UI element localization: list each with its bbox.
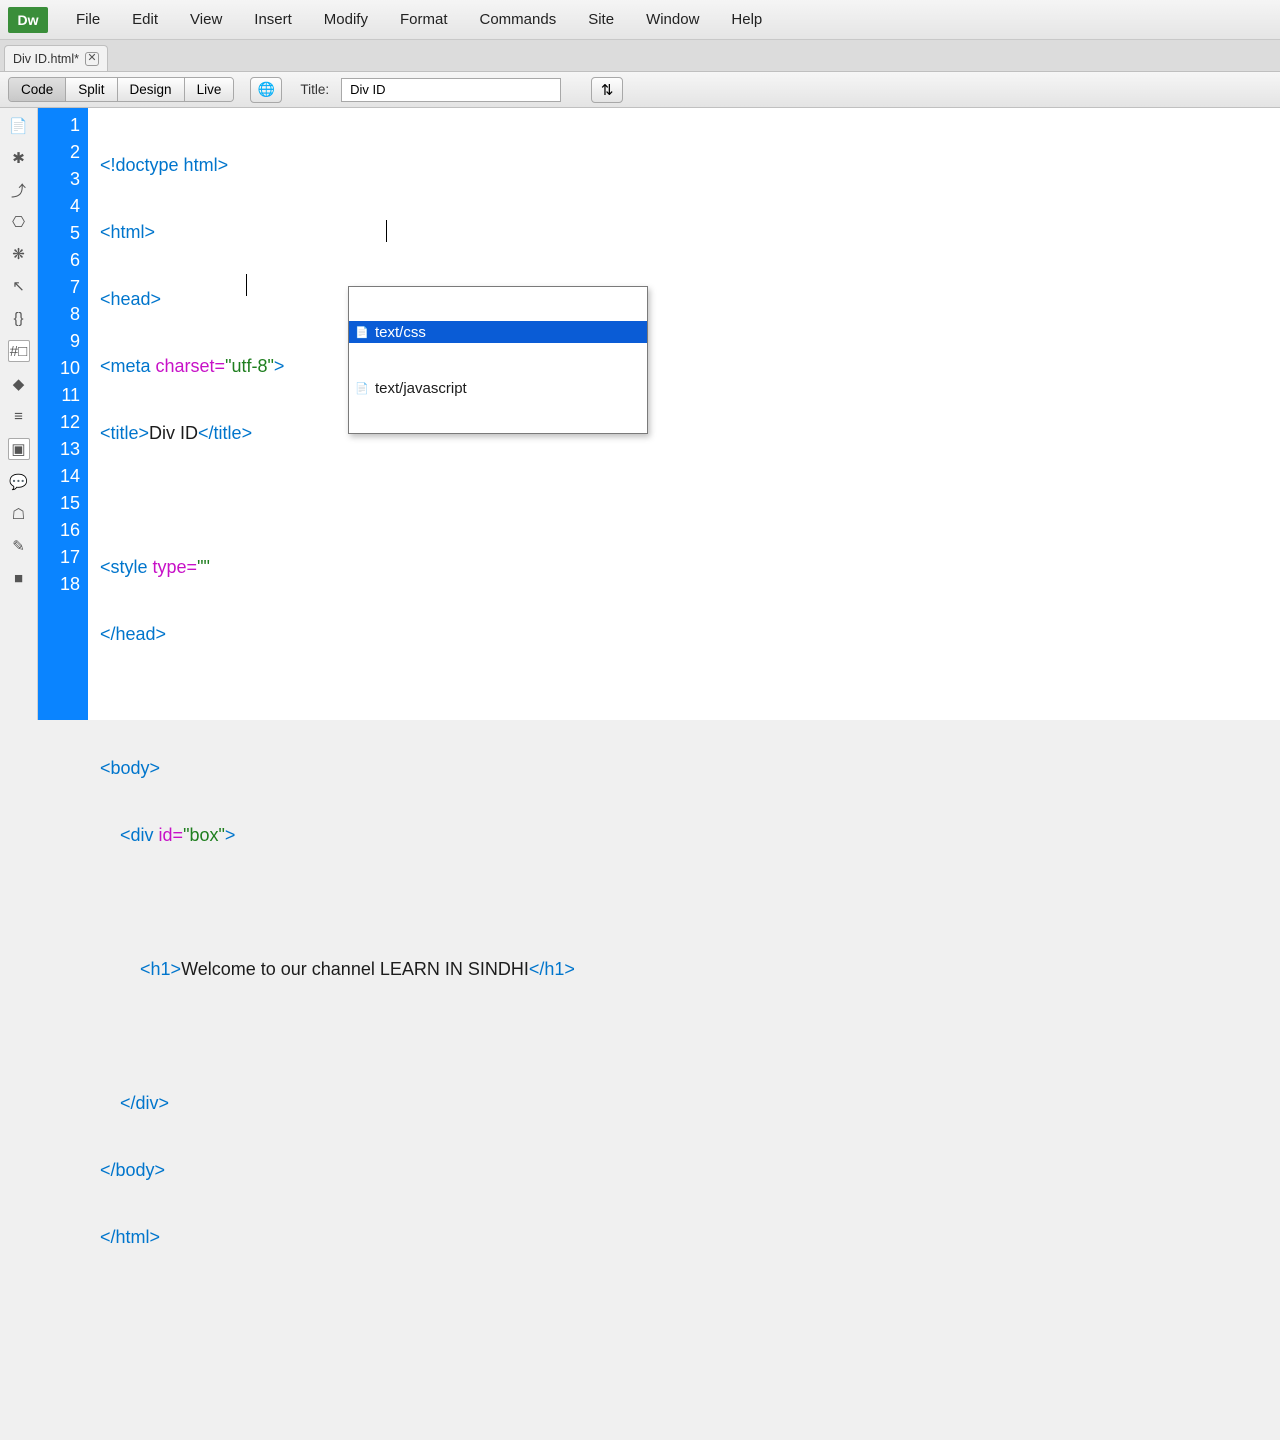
menu-window[interactable]: Window <box>630 5 715 34</box>
code-text: type= <box>153 557 198 577</box>
menu-view[interactable]: View <box>174 5 238 34</box>
word-wrap-icon[interactable]: ≡ <box>9 406 29 426</box>
close-icon[interactable]: ✕ <box>85 52 99 66</box>
menu-modify[interactable]: Modify <box>308 5 384 34</box>
autocomplete-label: text/css <box>375 324 426 341</box>
live-button[interactable]: Live <box>185 78 234 101</box>
code-text: id= <box>159 825 184 845</box>
menubar: Dw File Edit View Insert Modify Format C… <box>0 0 1280 40</box>
code-text: <style <box>100 557 153 577</box>
syntax-coloring-icon[interactable]: #□ <box>8 340 30 362</box>
title-input[interactable] <box>341 78 561 102</box>
app-logo: Dw <box>8 7 48 33</box>
balance-braces-icon[interactable]: ❋ <box>9 244 29 264</box>
line-number: 13 <box>38 436 88 463</box>
file-icon: 📄 <box>355 325 369 339</box>
collapse-icon[interactable]: ✱ <box>9 148 29 168</box>
code-text: </h1> <box>529 959 575 979</box>
indent-icon[interactable]: ✎ <box>9 536 29 556</box>
preview-browser-button[interactable]: 🌐 <box>250 77 282 103</box>
recent-snippets-icon[interactable]: ☖ <box>9 504 29 524</box>
file-icon: 📄 <box>355 381 369 395</box>
menu-insert[interactable]: Insert <box>238 5 308 34</box>
autocomplete-item[interactable]: 📄 text/javascript <box>349 377 647 399</box>
code-text: </body> <box>100 1160 165 1180</box>
line-number: 5 <box>38 220 88 247</box>
line-numbers-icon[interactable]: ↖ <box>9 276 29 296</box>
line-number: 17 <box>38 544 88 571</box>
select-parent-icon[interactable]: ⎔ <box>9 212 29 232</box>
code-area[interactable]: <!doctype html> <html> <head> <meta char… <box>88 108 1280 720</box>
caret-icon <box>246 274 247 296</box>
menu-site[interactable]: Site <box>572 5 630 34</box>
line-number: 11 <box>38 382 88 409</box>
code-toolbar: 📄 ✱ ⤴ ⎔ ❋ ↖ {} #□ ◆ ≡ ▣ 💬 ☖ ✎ ■ <box>0 108 38 720</box>
format-source-icon[interactable]: ■ <box>9 568 29 588</box>
globe-icon: 🌐 <box>258 81 275 98</box>
line-number: 6 <box>38 247 88 274</box>
code-text: "utf-8" <box>225 356 274 376</box>
autocomplete-label: text/javascript <box>375 380 467 397</box>
line-number: 4 <box>38 193 88 220</box>
code-text: Welcome to our channel LEARN IN SINDHI <box>181 959 529 979</box>
code-text: <html> <box>100 222 155 242</box>
design-button[interactable]: Design <box>118 78 185 101</box>
swap-icon: ⇅ <box>601 81 614 99</box>
code-text: <head> <box>100 289 161 309</box>
code-text: "box" <box>183 825 225 845</box>
expand-all-icon[interactable]: ⤴ <box>9 180 29 200</box>
line-number: 3 <box>38 166 88 193</box>
comment-icon[interactable]: 💬 <box>9 472 29 492</box>
text-cursor-icon <box>386 220 387 242</box>
code-text: " <box>203 557 209 577</box>
auto-indent-icon[interactable]: ◆ <box>9 374 29 394</box>
split-button[interactable]: Split <box>66 78 117 101</box>
line-number: 8 <box>38 301 88 328</box>
hidden-chars-icon[interactable]: ▣ <box>8 438 30 460</box>
code-text: </head> <box>100 624 166 644</box>
line-number: 15 <box>38 490 88 517</box>
code-text: <meta <box>100 356 156 376</box>
highlight-invalid-icon[interactable]: {} <box>9 308 29 328</box>
code-text: Div ID <box>149 423 198 443</box>
title-label: Title: <box>300 82 329 97</box>
open-documents-icon[interactable]: 📄 <box>9 116 29 136</box>
code-text: </div> <box>100 1093 169 1113</box>
autocomplete-item[interactable]: 📄 text/css <box>349 321 647 343</box>
code-text: </title> <box>198 423 252 443</box>
menu-edit[interactable]: Edit <box>116 5 174 34</box>
line-number: 12 <box>38 409 88 436</box>
code-button[interactable]: Code <box>9 78 66 101</box>
code-text: <title> <box>100 423 149 443</box>
line-number: 9 <box>38 328 88 355</box>
menu-file[interactable]: File <box>60 5 116 34</box>
menu-help[interactable]: Help <box>715 5 778 34</box>
code-text: charset= <box>156 356 226 376</box>
code-text: > <box>225 825 236 845</box>
autocomplete-popup: 📄 text/css 📄 text/javascript <box>348 286 648 434</box>
code-text: </html> <box>100 1227 160 1247</box>
line-number: 16 <box>38 517 88 544</box>
line-number: 14 <box>38 463 88 490</box>
line-number: 2 <box>38 139 88 166</box>
code-text: <div <box>100 825 159 845</box>
line-gutter: 1 2 3 4 5 6 7 8 9 10 11 12 13 14 15 16 1… <box>38 108 88 720</box>
editor: 📄 ✱ ⤴ ⎔ ❋ ↖ {} #□ ◆ ≡ ▣ 💬 ☖ ✎ ■ 1 2 3 4 … <box>0 108 1280 720</box>
line-number: 1 <box>38 112 88 139</box>
line-number: 7 <box>38 274 88 301</box>
menu-format[interactable]: Format <box>384 5 464 34</box>
document-tabbar: Div ID.html* ✕ <box>0 40 1280 72</box>
code-text: > <box>274 356 285 376</box>
line-number: 18 <box>38 571 88 598</box>
code-text: <!doctype html> <box>100 155 228 175</box>
file-management-button[interactable]: ⇅ <box>591 77 623 103</box>
line-number: 10 <box>38 355 88 382</box>
menu-commands[interactable]: Commands <box>464 5 573 34</box>
code-text: <h1> <box>100 959 181 979</box>
toolbar: Code Split Design Live 🌐 Title: ⇅ <box>0 72 1280 108</box>
tab-label: Div ID.html* <box>13 52 79 66</box>
code-text: <body> <box>100 758 160 778</box>
document-tab[interactable]: Div ID.html* ✕ <box>4 45 108 71</box>
view-mode-group: Code Split Design Live <box>8 77 234 102</box>
